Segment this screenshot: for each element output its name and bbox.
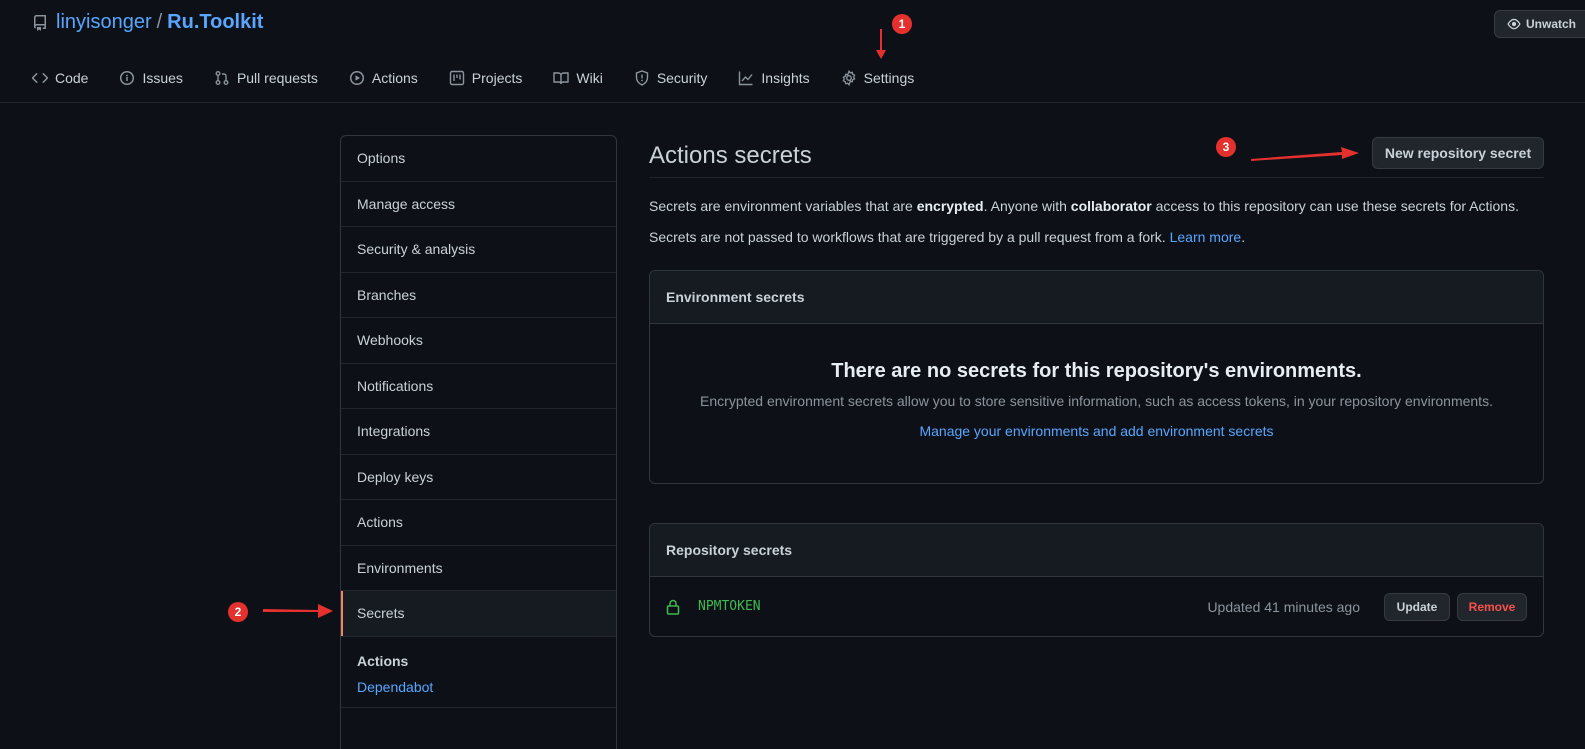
manage-environments-link[interactable]: Manage your environments and add environ…	[919, 423, 1273, 439]
tab-label: Code	[55, 70, 89, 86]
tab-insights[interactable]: Insights	[738, 58, 810, 98]
annotation-arrow-3	[1251, 147, 1359, 161]
tab-pull-requests[interactable]: Pull requests	[214, 58, 318, 98]
environment-secrets-box: Environment secrets There are no secrets…	[649, 270, 1544, 484]
desc-bold-encrypted: encrypted	[916, 198, 984, 214]
repository-secrets-header: Repository secrets	[650, 524, 1543, 577]
repo-header: linyisonger / Ru.Toolkit Unwatch Code Is…	[0, 0, 1585, 103]
tab-label: Insights	[761, 70, 810, 86]
sidebar-item-manage-access[interactable]: Manage access	[341, 182, 616, 227]
learn-more-link[interactable]: Learn more	[1170, 229, 1242, 245]
sidebar-item-security-analysis[interactable]: Security & analysis	[341, 227, 616, 273]
repo-title: linyisonger / Ru.Toolkit	[32, 11, 263, 34]
repo-separator: /	[156, 11, 163, 33]
tab-label: Actions	[371, 70, 418, 86]
settings-sidebar: Options Manage access Security & analysi…	[340, 135, 617, 749]
eye-icon	[1507, 17, 1521, 31]
desc-bold-collaborator: collaborator	[1070, 198, 1152, 214]
lock-icon	[666, 599, 680, 615]
empty-description: Encrypted environment secrets allow you …	[700, 393, 1493, 409]
fork-note: Secrets are not passed to workflows that…	[649, 229, 1245, 245]
main-content: Actions secrets New repository secret Se…	[649, 135, 1544, 637]
project-icon	[449, 70, 464, 86]
tab-issues[interactable]: Issues	[119, 58, 183, 98]
annotation-arrow-1	[876, 29, 886, 59]
tab-label: Settings	[863, 70, 915, 86]
gear-icon	[842, 70, 856, 86]
sidebar-item-integrations[interactable]: Integrations	[341, 409, 616, 455]
tab-label: Projects	[471, 70, 523, 86]
tab-label: Wiki	[576, 70, 603, 86]
sidebar-item-notifications[interactable]: Notifications	[341, 364, 616, 409]
annotation-badge-1: 1	[892, 14, 912, 34]
annotation-badge-2: 2	[228, 602, 248, 622]
sidebar-item-secrets[interactable]: Secrets	[341, 591, 616, 637]
repo-icon	[32, 14, 48, 31]
tab-label: Issues	[142, 70, 183, 86]
secrets-description: Secrets are environment variables that a…	[649, 198, 1519, 214]
tab-settings[interactable]: Settings	[841, 58, 915, 98]
page-title: Actions secrets	[649, 142, 812, 169]
code-icon	[32, 73, 48, 83]
tab-security[interactable]: Security	[634, 58, 708, 98]
tab-projects[interactable]: Projects	[449, 58, 523, 98]
graph-icon	[739, 71, 753, 86]
environment-secrets-header: Environment secrets	[650, 271, 1543, 324]
tab-code[interactable]: Code	[32, 58, 88, 98]
remove-secret-button[interactable]: Remove	[1457, 592, 1527, 621]
desc-text: access to this repository can use these …	[1151, 198, 1519, 214]
secret-updated-time: Updated 41 minutes ago	[1207, 598, 1360, 615]
repo-name-link[interactable]: Ru.Toolkit	[167, 11, 263, 34]
sidebar-item-branches[interactable]: Branches	[341, 273, 616, 318]
desc-text: . Anyone with	[983, 198, 1071, 214]
page-subhead: Actions secrets New repository secret	[649, 135, 1544, 178]
sidebar-item-environments[interactable]: Environments	[341, 546, 616, 591]
tab-wiki[interactable]: Wiki	[553, 58, 603, 98]
issue-icon	[120, 70, 135, 86]
fork-note-end: .	[1241, 229, 1246, 245]
play-icon	[349, 70, 364, 86]
repository-secrets-box: Repository secrets NPMTOKEN Updated 41 m…	[649, 523, 1544, 637]
secret-row: NPMTOKEN Updated 41 minutes ago Update R…	[650, 577, 1543, 636]
tab-actions[interactable]: Actions	[349, 58, 418, 98]
new-repository-secret-button[interactable]: New repository secret	[1372, 137, 1544, 169]
annotation-badge-3: 3	[1216, 137, 1236, 157]
desc-text: Secrets are environment variables that a…	[649, 198, 917, 214]
book-icon	[553, 72, 570, 85]
secrets-sub-group: Actions Dependabot	[341, 637, 616, 708]
tab-label: Security	[656, 70, 708, 86]
sidebar-item-options[interactable]: Options	[341, 136, 616, 182]
repo-nav: Code Issues Pull requests Actions Projec…	[32, 58, 945, 98]
sidebar-item-webhooks[interactable]: Webhooks	[341, 318, 616, 364]
annotation-arrow-2	[263, 604, 333, 618]
unwatch-button[interactable]: Unwatch	[1494, 10, 1585, 38]
fork-note-text: Secrets are not passed to workflows that…	[649, 229, 1170, 245]
environment-secrets-empty: There are no secrets for this repository…	[650, 324, 1543, 483]
sub-item-dependabot[interactable]: Dependabot	[357, 679, 600, 695]
unwatch-label: Unwatch	[1526, 17, 1577, 31]
secret-name: NPMTOKEN	[698, 599, 761, 614]
empty-title: There are no secrets for this repository…	[831, 360, 1362, 382]
sidebar-item-actions[interactable]: Actions	[341, 500, 616, 546]
tab-label: Pull requests	[236, 70, 318, 86]
sidebar-item-deploy-keys[interactable]: Deploy keys	[341, 455, 616, 500]
sub-item-actions[interactable]: Actions	[357, 653, 600, 669]
shield-icon	[635, 70, 649, 86]
pull-request-icon	[215, 71, 229, 85]
update-secret-button[interactable]: Update	[1384, 592, 1450, 621]
repo-owner-link[interactable]: linyisonger	[56, 11, 152, 34]
